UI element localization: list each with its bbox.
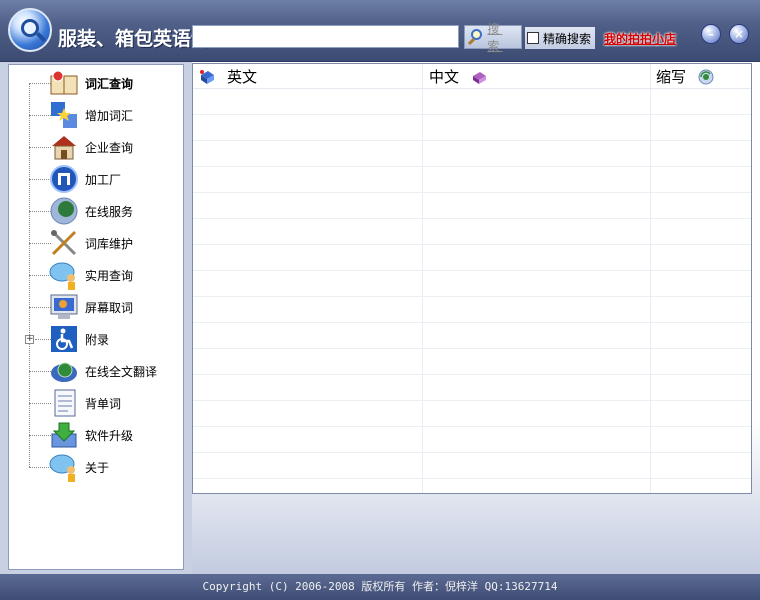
- blue-book-icon: [199, 69, 215, 85]
- sidebar-item-label: 在线服务: [85, 205, 134, 219]
- download-icon: [49, 420, 79, 450]
- nav-tree: 词汇查询 增加词汇 企业查询 加工厂 在线服务 词库维护 实用查询 屏幕取词 +…: [8, 64, 184, 570]
- close-icon: ×: [733, 27, 745, 41]
- status-bar: Copyright (C) 2006-2008 版权所有 作者：倪梓洋 QQ:1…: [0, 574, 760, 600]
- search-button[interactable]: 搜 索: [464, 22, 522, 53]
- document-icon: [49, 388, 79, 418]
- column-header-abbreviation[interactable]: 缩写: [656, 64, 714, 89]
- minimize-button[interactable]: –: [701, 24, 721, 44]
- column-header-label: 缩写: [656, 68, 687, 86]
- left-panel: 词汇查询 增加词汇 企业查询 加工厂 在线服务 词库维护 实用查询 屏幕取词 +…: [0, 62, 192, 574]
- results-panel: 英文 中文 缩写: [192, 62, 760, 574]
- sidebar-item-label: 背单词: [85, 397, 122, 411]
- sidebar-item-online-translate[interactable]: 在线全文翻译: [9, 355, 183, 387]
- sidebar-item-label: 词库维护: [85, 237, 134, 251]
- sidebar-item-memorize-words[interactable]: 背单词: [9, 387, 183, 419]
- shop-link[interactable]: 我的拍拍小店: [604, 30, 676, 47]
- accessibility-icon: [49, 324, 79, 354]
- house-icon: [49, 132, 79, 162]
- book-search-icon: [49, 68, 79, 98]
- sidebar-item-upgrade[interactable]: 软件升级: [9, 419, 183, 451]
- exact-search-checkbox[interactable]: [527, 32, 539, 44]
- globe-disc-icon: [49, 356, 79, 386]
- chat-person-icon: [49, 260, 79, 290]
- close-button[interactable]: ×: [729, 24, 749, 44]
- column-header-label: 英文: [227, 68, 258, 86]
- sidebar-item-add-vocab[interactable]: 增加词汇: [9, 99, 183, 131]
- sidebar-item-appendix[interactable]: 附录: [9, 323, 183, 355]
- sidebar-item-label: 企业查询: [85, 141, 134, 155]
- exact-search-label: 精确搜索: [543, 31, 592, 46]
- sidebar-item-factory[interactable]: 加工厂: [9, 163, 183, 195]
- purple-book-icon: [471, 69, 487, 85]
- minimize-icon: –: [708, 27, 714, 41]
- sidebar-item-label: 附录: [85, 333, 110, 347]
- sidebar-item-vocab-search[interactable]: 词汇查询: [9, 67, 183, 99]
- column-header-label: 中文: [429, 68, 460, 86]
- column-header-chinese[interactable]: 中文: [429, 64, 487, 89]
- app-logo-icon: [8, 8, 52, 52]
- sidebar-item-label: 实用查询: [85, 269, 134, 283]
- sidebar-item-dict-maintenance[interactable]: 词库维护: [9, 227, 183, 259]
- column-header-english[interactable]: 英文: [199, 64, 257, 89]
- monitor-icon: [49, 292, 79, 322]
- exact-search-option[interactable]: 精确搜索: [525, 27, 595, 49]
- magnifier-icon: [467, 28, 483, 46]
- add-word-icon: [49, 100, 79, 130]
- tools-icon: [49, 228, 79, 258]
- globe-icon: [49, 196, 79, 226]
- table-header: 英文 中文 缩写: [193, 64, 751, 89]
- sidebar-item-label: 加工厂: [85, 173, 122, 187]
- chat-person-icon: [49, 452, 79, 482]
- search-input[interactable]: [192, 25, 459, 48]
- sidebar-item-about[interactable]: 关于: [9, 451, 183, 483]
- sidebar-item-label: 增加词汇: [85, 109, 134, 123]
- sidebar-item-company-search[interactable]: 企业查询: [9, 131, 183, 163]
- refresh-disc-icon: [698, 69, 714, 85]
- sidebar-item-screen-capture[interactable]: 屏幕取词: [9, 291, 183, 323]
- sidebar-item-label: 词汇查询: [85, 77, 134, 91]
- sidebar-item-online-service[interactable]: 在线服务: [9, 195, 183, 227]
- sidebar-item-practical-search[interactable]: 实用查询: [9, 259, 183, 291]
- title-bar: 服装、箱包英语词汇通 搜 索 精确搜索 我的拍拍小店 – ×: [0, 0, 760, 62]
- sidebar-item-label: 在线全文翻译: [85, 365, 158, 379]
- sidebar-item-label: 屏幕取词: [85, 301, 134, 315]
- factory-icon: [49, 164, 79, 194]
- copyright-text: Copyright (C) 2006-2008 版权所有 作者：倪梓洋 QQ:1…: [202, 580, 558, 593]
- search-button-label: 搜 索: [487, 22, 503, 53]
- sidebar-item-label: 关于: [85, 461, 110, 475]
- results-table[interactable]: 英文 中文 缩写: [192, 63, 752, 494]
- sidebar-item-label: 软件升级: [85, 429, 134, 443]
